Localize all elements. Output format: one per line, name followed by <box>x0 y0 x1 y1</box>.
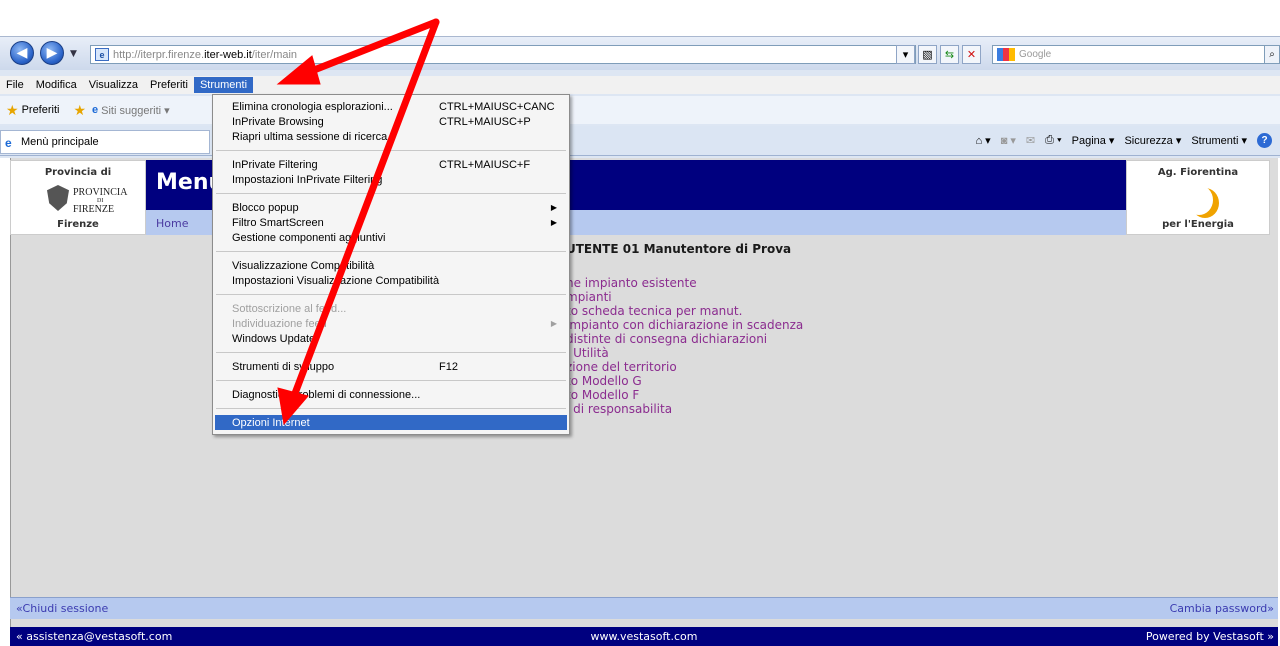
arrow-head-opzioni <box>277 387 309 426</box>
arrow-head-strumenti <box>276 55 321 85</box>
annotation-arrows <box>276 18 440 426</box>
